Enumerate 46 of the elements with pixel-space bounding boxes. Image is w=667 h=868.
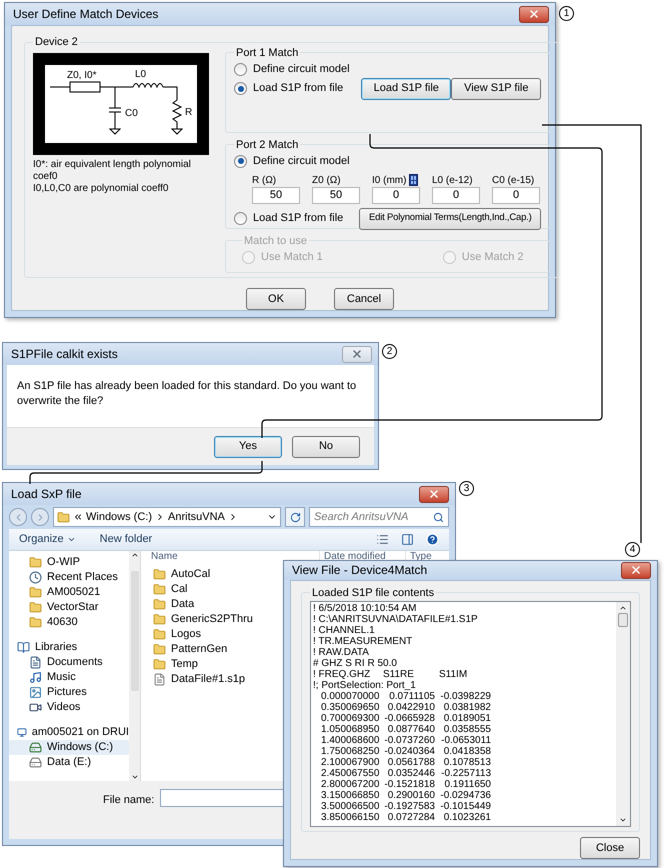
field-label: L0 (e-12)	[432, 174, 473, 188]
file-line: ! C:\ANRITSUVNA\DATAFILE#1.S1P	[313, 614, 479, 625]
file-line: 2.100067900 0.0561788 0.1078513	[320, 757, 492, 768]
file-line: 3.500066500 -0.1927583 -0.1015449	[320, 801, 492, 812]
group-title: Device 2	[34, 35, 79, 50]
group-title: Loaded S1P file contents	[311, 586, 436, 600]
file-line: 0.350069650 0.0422910 0.0381982	[320, 702, 492, 713]
note-text: I0*: air equivalent length polynomial coef0	[33, 158, 192, 182]
group-title: Match to use	[243, 234, 308, 248]
file-line: 3.850066150 0.0727284 0.1023261	[320, 812, 492, 823]
message-text: An S1P file has already been loaded for this standard. Do you want to overwrite the file?	[16, 379, 358, 409]
window-title: Load SxP file	[11, 486, 82, 503]
note-text: I0,L0,C0 are polynomial coeff0	[33, 182, 170, 194]
file-line: ! TR.MEASUREMENT	[313, 636, 414, 647]
component-label: Z0, I0*	[67, 70, 96, 80]
window-title: User Define Match Devices	[13, 6, 158, 23]
file-line: ! RAW.DATA	[313, 647, 370, 658]
callout-number: 1	[559, 6, 574, 21]
file-line: 1.400068600 -0.0737260 -0.0653011	[320, 735, 492, 746]
callout-number: 3	[459, 481, 474, 496]
file-line: 2.800067200 -0.1521818 0.1911650	[320, 779, 492, 790]
file-line: # GHZ S RI R 50.0	[313, 658, 398, 669]
callout-number: 4	[625, 542, 640, 557]
file-line: ! CHANNEL.1	[313, 625, 376, 636]
file-line: 0.000070000 0.0711105 -0.0398229	[320, 691, 492, 702]
field-label: R (Ω)	[252, 174, 276, 188]
file-line: ! FREQ.GHZ S11RE S11IM	[313, 669, 468, 680]
file-name-label: File name:	[103, 793, 154, 808]
file-line: 1.750068250 -0.0240364 0.0418358	[320, 746, 492, 757]
file-line: 3.150066850 0.2900160 -0.0294736	[320, 790, 492, 801]
field-label: I0 (mm)	[372, 174, 406, 188]
component-label: C0	[125, 108, 138, 118]
window-title: View File - Device4Match	[292, 562, 428, 580]
file-line: 0.700069300 -0.0665928 0.0189051	[320, 713, 492, 724]
file-line: 2.450067550 0.0352446 -0.2257113	[320, 768, 492, 779]
file-line: !; PortSelection: Port_1	[313, 680, 417, 691]
group-title: Port 1 Match	[235, 46, 300, 60]
component-label: R	[185, 106, 192, 118]
field-label: C0 (e-15)	[492, 174, 534, 188]
window-title: S1PFile calkit exists	[11, 346, 118, 363]
field-label: Z0 (Ω)	[312, 174, 341, 188]
file-line: 1.050068950 0.0877640 0.0358555	[320, 724, 492, 735]
group-title: Port 2 Match	[235, 138, 300, 152]
component-label: L0	[135, 68, 146, 80]
callout-number: 2	[382, 344, 397, 359]
file-line: ! 6/5/2018 10:10:54 AM	[313, 603, 418, 614]
